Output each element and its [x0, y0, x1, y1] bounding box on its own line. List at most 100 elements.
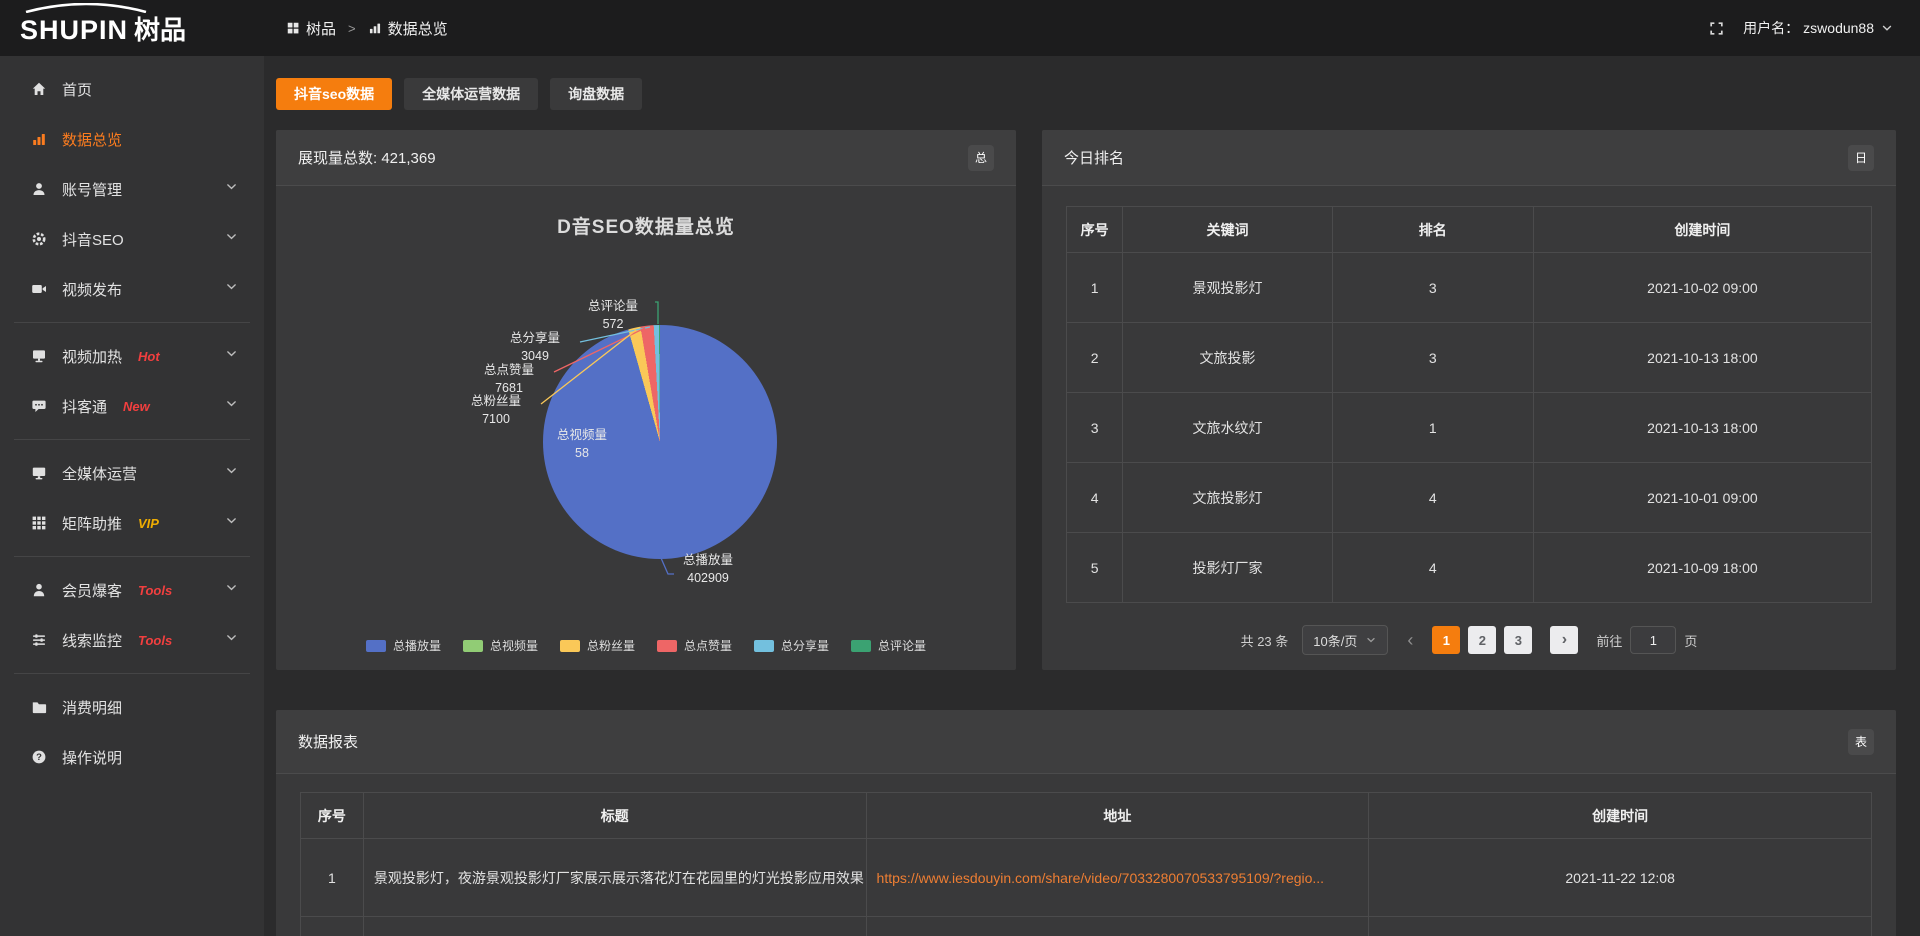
tab-media-operation-data[interactable]: 全媒体运营数据: [404, 78, 538, 110]
legend-swatch: [754, 640, 774, 652]
sidebar-item-video-heat[interactable]: 视频加热Hot: [0, 331, 264, 381]
bar-chart-icon: [368, 21, 382, 35]
legend-item[interactable]: 总点赞量: [657, 637, 732, 654]
tab-inquiry-data[interactable]: 询盘数据: [550, 78, 642, 110]
rank-card-header: 今日排名 日: [1042, 130, 1896, 186]
chevron-down-icon: [225, 347, 238, 365]
page-button-1[interactable]: 1: [1432, 626, 1460, 654]
page-buttons: 123: [1432, 626, 1540, 654]
sidebar-item-label: 消费明细: [62, 697, 122, 718]
table-cell: 2021-10-13 18:00: [1533, 323, 1871, 393]
breadcrumb-item-root[interactable]: 树品: [286, 18, 336, 39]
app-root: SHUPIN 树品 树品 > 数据总览: [0, 0, 1920, 936]
legend-swatch: [851, 640, 871, 652]
user-menu[interactable]: 用户名：zswodun88: [1743, 18, 1894, 38]
sidebar-item-home[interactable]: 首页: [0, 64, 264, 114]
page-size-select[interactable]: 10条/页: [1302, 625, 1388, 655]
prev-page-button[interactable]: ‹: [1398, 626, 1422, 654]
sidebar-divider: [14, 673, 250, 674]
table-row[interactable]: 5投影灯厂家42021-10-09 18:00: [1067, 533, 1872, 603]
table-cell: 2021-10-02 09:00: [1533, 253, 1871, 323]
sidebar-item-label: 抖客通: [62, 396, 107, 417]
data-tabs: 抖音seo数据全媒体运营数据询盘数据: [276, 78, 1896, 110]
table-cell: 2: [1067, 323, 1123, 393]
table-cell: 1: [1332, 393, 1533, 463]
video-link[interactable]: https://www.iesdouyin.com/share/video/70…: [877, 870, 1325, 886]
table-cell: 2021-10-01 09:00: [1533, 463, 1871, 533]
sidebar-item-account-manage[interactable]: 账号管理: [0, 164, 264, 214]
chevron-down-icon: [1880, 21, 1894, 35]
sidebar-item-consume-detail[interactable]: 消费明细: [0, 682, 264, 732]
tab-douyin-seo-data[interactable]: 抖音seo数据: [276, 78, 392, 110]
question-icon: ?: [30, 749, 48, 765]
table-badge[interactable]: 表: [1848, 729, 1874, 755]
sidebar-item-clue-monitor[interactable]: 线索监控Tools: [0, 615, 264, 665]
sidebar-item-operation-guide[interactable]: ?操作说明: [0, 732, 264, 782]
sidebar-item-tag: Tools: [138, 583, 172, 598]
legend-item[interactable]: 总粉丝量: [560, 637, 635, 654]
rank-card: 今日排名 日 序号关键词排名创建时间1景观投影灯32021-10-02 09:0…: [1042, 130, 1896, 670]
day-badge[interactable]: 日: [1848, 145, 1874, 171]
rank-card-body: 序号关键词排名创建时间1景观投影灯32021-10-02 09:002文旅投影3…: [1042, 186, 1896, 655]
breadcrumb: 树品 > 数据总览: [286, 18, 448, 39]
sidebar-item-label: 账号管理: [62, 179, 122, 200]
report-card: 数据报表 表 序号标题地址创建时间1景观投影灯，夜游景观投影灯厂家展示展示落花灯…: [276, 710, 1896, 936]
gear-icon: [30, 231, 48, 247]
table-cell: 投影灯厂家: [1123, 533, 1332, 603]
pie-chart-title: D音SEO数据量总览: [276, 212, 1016, 239]
table-row[interactable]: 1景观投影灯，夜游景观投影灯厂家展示展示落花灯在花园里的灯光投影应用效果 # ht…: [301, 839, 1872, 917]
sidebar-item-member-baoke[interactable]: 会员爆客Tools: [0, 565, 264, 615]
column-header: 关键词: [1123, 207, 1332, 253]
main-content: 抖音seo数据全媒体运营数据询盘数据 展现量总数: 421,369 总 D音SE…: [264, 56, 1920, 936]
goto-page-input[interactable]: [1630, 626, 1676, 654]
table-cell: 文旅投影: [1123, 323, 1332, 393]
sidebar-item-label: 视频发布: [62, 279, 122, 300]
sidebar-item-tag: Tools: [138, 633, 172, 648]
table-cell: 2021-10-13 18:00: [1533, 393, 1871, 463]
pie-label-5: 总评论量572: [568, 298, 658, 334]
table-cell: 1: [301, 839, 364, 917]
table-row[interactable]: 4文旅投影灯42021-10-01 09:00: [1067, 463, 1872, 533]
sidebar-divider: [14, 556, 250, 557]
report-card-body: 序号标题地址创建时间1景观投影灯，夜游景观投影灯厂家展示展示落花灯在花园里的灯光…: [276, 774, 1896, 936]
legend-item[interactable]: 总视频量: [463, 637, 538, 654]
sidebar-item-data-overview[interactable]: 数据总览: [0, 114, 264, 164]
bar-chart-icon: [30, 131, 48, 147]
chevron-down-icon: [225, 180, 238, 198]
report-title-cell: 景观投影灯，夜游景观投影灯厂家展示展示落花灯在花园里的灯光投影应用效果 #: [363, 839, 866, 917]
column-header: 创建时间: [1369, 793, 1872, 839]
table-cell: 1: [1067, 253, 1123, 323]
sidebar-item-matrix-boost[interactable]: 矩阵助推VIP: [0, 498, 264, 548]
logo-arc-icon: [22, 3, 150, 13]
sidebar-item-doukotong[interactable]: 抖客通New: [0, 381, 264, 431]
legend-item[interactable]: 总播放量: [366, 637, 441, 654]
sidebar-item-media-operation[interactable]: 全媒体运营: [0, 448, 264, 498]
sidebar-item-video-publish[interactable]: 视频发布: [0, 264, 264, 314]
page-button-2[interactable]: 2: [1468, 626, 1496, 654]
table-cell: 3: [1067, 393, 1123, 463]
table-row[interactable]: [301, 917, 1872, 936]
breadcrumb-item-current[interactable]: 数据总览: [368, 18, 448, 39]
next-page-button[interactable]: ›: [1550, 626, 1578, 654]
total-badge[interactable]: 总: [968, 145, 994, 171]
chevron-down-icon: [225, 464, 238, 482]
table-cell: 3: [1332, 253, 1533, 323]
sidebar-item-label: 矩阵助推: [62, 513, 122, 534]
pagination-total: 共 23 条: [1241, 631, 1289, 650]
topbar: SHUPIN 树品 树品 > 数据总览: [0, 0, 1920, 56]
table-row[interactable]: 1景观投影灯32021-10-02 09:00: [1067, 253, 1872, 323]
logo-text: SHUPIN: [20, 15, 128, 46]
sidebar-item-tag: Hot: [138, 349, 160, 364]
grid-icon: [30, 515, 48, 531]
home-icon: [30, 81, 48, 97]
page-button-3[interactable]: 3: [1504, 626, 1532, 654]
legend-item[interactable]: 总分享量: [754, 637, 829, 654]
sidebar-item-douyin-seo[interactable]: 抖音SEO: [0, 214, 264, 264]
table-row[interactable]: 2文旅投影32021-10-13 18:00: [1067, 323, 1872, 393]
legend-item[interactable]: 总评论量: [851, 637, 926, 654]
table-cell: 4: [1067, 463, 1123, 533]
fullscreen-icon[interactable]: [1708, 20, 1725, 37]
table-cell: 5: [1067, 533, 1123, 603]
table-row[interactable]: 3文旅水纹灯12021-10-13 18:00: [1067, 393, 1872, 463]
rank-table: 序号关键词排名创建时间1景观投影灯32021-10-02 09:002文旅投影3…: [1066, 206, 1872, 603]
